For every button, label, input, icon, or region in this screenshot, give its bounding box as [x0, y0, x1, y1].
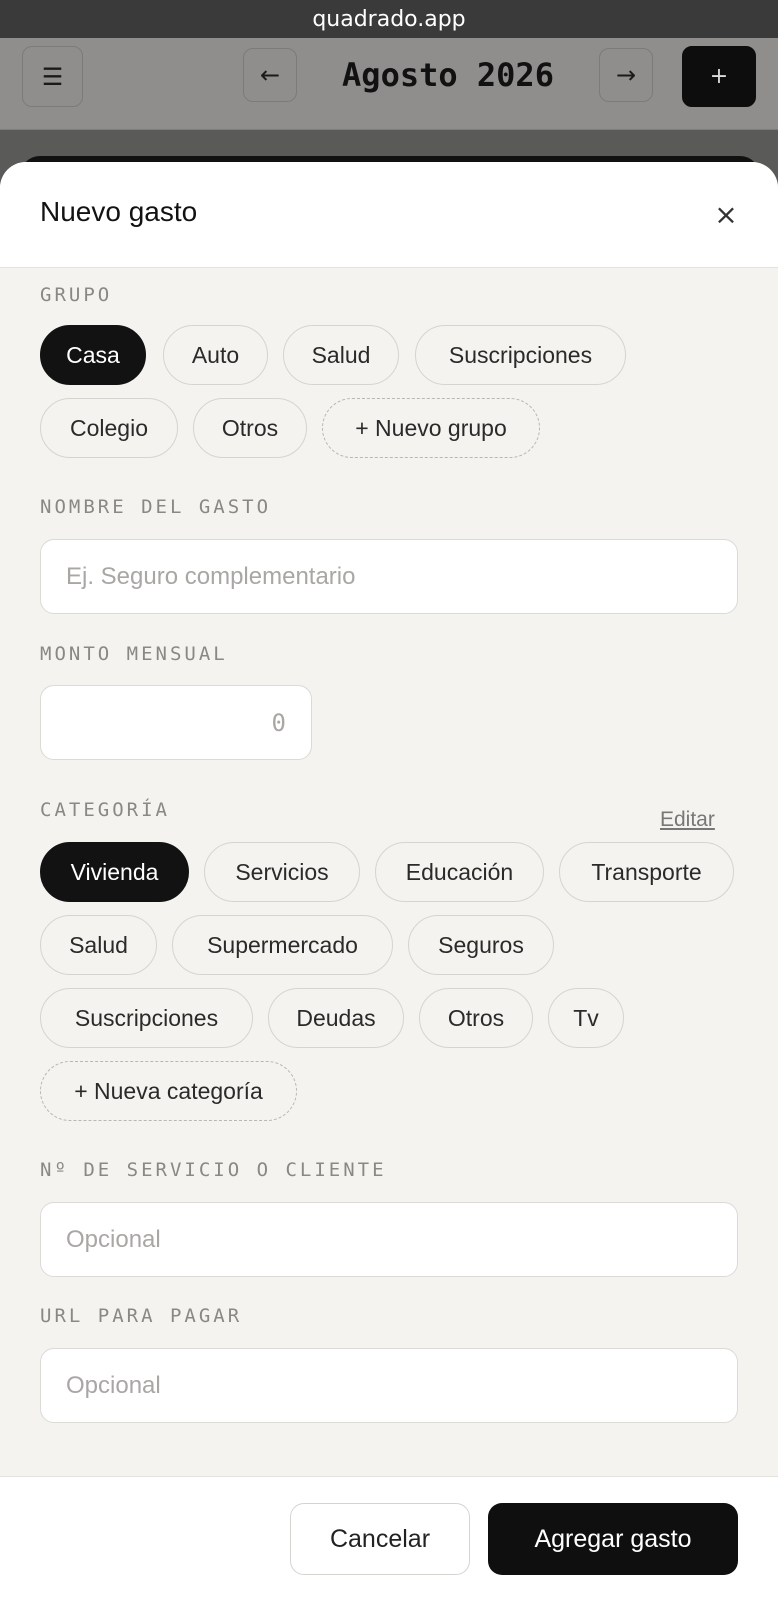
group-label: GRUPO [40, 284, 113, 306]
arrow-right-icon: → [615, 61, 637, 89]
monthly-amount-label: MONTO MENSUAL [40, 643, 228, 665]
monthly-amount-placeholder: 0 [271, 708, 286, 737]
edit-categories-link[interactable]: Editar [660, 808, 715, 832]
group-chip-casa[interactable]: Casa [40, 325, 146, 385]
group-chip-otros[interactable]: Otros [193, 398, 307, 458]
payment-url-input[interactable]: Opcional [40, 1348, 738, 1423]
category-chip-educacion[interactable]: Educación [375, 842, 544, 902]
sheet-header: Nuevo gasto × [0, 162, 778, 268]
category-chip-transporte[interactable]: Transporte [559, 842, 734, 902]
close-button[interactable]: × [708, 196, 744, 232]
sheet-footer: Cancelar Agregar gasto [0, 1476, 778, 1600]
menu-button[interactable]: ☰ [22, 46, 83, 107]
monthly-amount-input[interactable]: 0 [40, 685, 312, 760]
browser-url-bar[interactable]: quadrado.app [0, 0, 778, 38]
expense-name-label: NOMBRE DEL GASTO [40, 496, 272, 518]
category-chip-seguros[interactable]: Seguros [408, 915, 554, 975]
plus-icon: + [709, 64, 729, 89]
next-month-button[interactable]: → [599, 48, 653, 102]
service-number-label: Nº DE SERVICIO O CLIENTE [40, 1159, 387, 1181]
new-group-button[interactable]: + Nuevo grupo [322, 398, 540, 458]
sheet-title: Nuevo gasto [40, 196, 198, 227]
category-chip-suscripciones[interactable]: Suscripciones [40, 988, 253, 1048]
service-number-input[interactable]: Opcional [40, 1202, 738, 1277]
previous-month-button[interactable]: ← [243, 48, 297, 102]
url-text: quadrado.app [312, 6, 466, 32]
app-header: ☰ ← Agosto 2026 → + [0, 38, 778, 130]
new-expense-sheet: Nuevo gasto × GRUPO Casa Auto Salud Susc… [0, 162, 778, 1600]
category-chip-otros[interactable]: Otros [419, 988, 533, 1048]
category-chip-vivienda[interactable]: Vivienda [40, 842, 189, 902]
add-expense-submit-button[interactable]: Agregar gasto [488, 1503, 738, 1575]
category-chip-servicios[interactable]: Servicios [204, 842, 360, 902]
group-chip-auto[interactable]: Auto [163, 325, 268, 385]
expense-name-placeholder: Ej. Seguro complementario [66, 562, 356, 590]
service-number-placeholder: Opcional [66, 1225, 161, 1253]
group-chip-colegio[interactable]: Colegio [40, 398, 178, 458]
category-chip-salud[interactable]: Salud [40, 915, 157, 975]
payment-url-label: URL PARA PAGAR [40, 1305, 243, 1327]
close-icon: × [714, 197, 738, 231]
category-label: CATEGORÍA [40, 799, 170, 821]
category-chip-supermercado[interactable]: Supermercado [172, 915, 393, 975]
group-chip-salud[interactable]: Salud [283, 325, 399, 385]
new-category-button[interactable]: + Nueva categoría [40, 1061, 297, 1121]
add-expense-button[interactable]: + [682, 46, 756, 107]
payment-url-placeholder: Opcional [66, 1371, 161, 1399]
group-chip-suscripciones[interactable]: Suscripciones [415, 325, 626, 385]
arrow-left-icon: ← [259, 61, 281, 89]
hamburger-icon: ☰ [41, 62, 64, 91]
category-chip-tv[interactable]: Tv [548, 988, 624, 1048]
cancel-button[interactable]: Cancelar [290, 1503, 470, 1575]
category-chip-deudas[interactable]: Deudas [268, 988, 404, 1048]
month-title: Agosto 2026 [342, 56, 554, 94]
expense-name-input[interactable]: Ej. Seguro complementario [40, 539, 738, 614]
